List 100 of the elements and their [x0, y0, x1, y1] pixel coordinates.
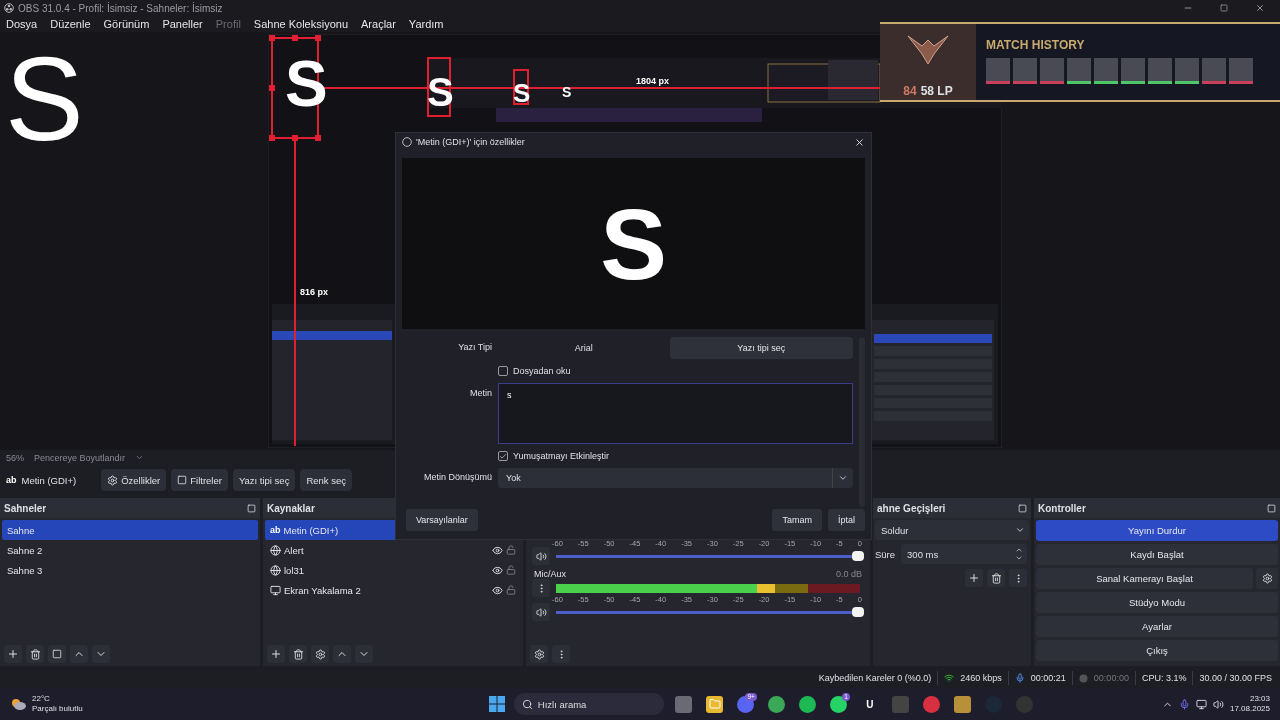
- menu-item[interactable]: Yardım: [408, 18, 444, 30]
- size-label: 816 px: [300, 287, 329, 297]
- zoom-level: 56%: [6, 452, 24, 463]
- source-name: Metin (GDI+): [21, 474, 77, 486]
- plus-icon: [7, 648, 19, 660]
- add-button[interactable]: [267, 645, 285, 663]
- app-icon[interactable]: [799, 695, 817, 713]
- start-icon[interactable]: [488, 696, 505, 712]
- control-button[interactable]: Ayarlar: [1036, 615, 1278, 637]
- field-label: Yazı Tipi: [457, 341, 492, 353]
- menu-item[interactable]: Paneller: [162, 18, 203, 30]
- checkbox[interactable]: [498, 451, 508, 462]
- menu-item[interactable]: Dosya: [6, 18, 38, 30]
- dropped-frames: Kaybedilen Kareler 0 (%0.0): [818, 673, 932, 683]
- delete-button[interactable]: [987, 569, 1005, 587]
- menu-button[interactable]: [532, 579, 550, 597]
- control-button[interactable]: Kaydı Başlat: [1036, 543, 1278, 565]
- mute-button[interactable]: [532, 603, 550, 621]
- move-up-button[interactable]: [333, 645, 351, 663]
- search-field[interactable]: Hızlı arama: [513, 693, 664, 715]
- size-label: 1804 px: [636, 76, 670, 86]
- gear-icon: [1261, 572, 1273, 584]
- speaker-icon[interactable]: [1212, 698, 1224, 710]
- menu-item[interactable]: Araçlar: [361, 18, 396, 30]
- eye-icon[interactable]: [492, 584, 503, 596]
- duration-field[interactable]: 300 ms: [901, 544, 1027, 564]
- eye-icon[interactable]: [492, 544, 503, 556]
- panel-title: Kontroller: [1038, 502, 1086, 514]
- ok-button[interactable]: Tamam: [772, 509, 822, 532]
- select-font-button[interactable]: Yazı tipi seç: [669, 337, 853, 360]
- app-icon[interactable]: [768, 695, 786, 713]
- app-icon[interactable]: [954, 695, 972, 713]
- match-history-title: MATCH HISTORY: [986, 38, 1086, 52]
- app-icon[interactable]: [737, 695, 755, 713]
- font-name: Arial: [573, 343, 594, 354]
- checkbox-option[interactable]: Yumuşatmayı Etkinleştir: [498, 449, 853, 464]
- scene-item[interactable]: Sahne: [2, 520, 258, 540]
- control-button[interactable]: Stüdyo Modu: [1036, 591, 1278, 613]
- transition-select[interactable]: Soldur: [875, 520, 1029, 540]
- filter-button[interactable]: [48, 645, 66, 663]
- transform-select[interactable]: Yok: [498, 468, 853, 489]
- gear-icon: [314, 648, 326, 660]
- scale-dropdown[interactable]: Pencereye Boyutlandır: [34, 452, 145, 463]
- speaker-icon: [535, 550, 547, 562]
- unlock-icon[interactable]: [506, 585, 516, 595]
- settings-button[interactable]: [1256, 567, 1278, 589]
- search-icon: [521, 698, 533, 710]
- checkbox-option[interactable]: Dosyadan oku: [498, 364, 853, 379]
- settings-button[interactable]: [311, 645, 329, 663]
- move-up-button[interactable]: [70, 645, 88, 663]
- menu-item[interactable]: Sahne Koleksiyonu: [253, 18, 348, 30]
- obs-logo-icon: [4, 3, 14, 13]
- settings-button[interactable]: [530, 645, 548, 663]
- eye-icon[interactable]: [492, 564, 503, 576]
- menu-button[interactable]: [1009, 569, 1027, 587]
- preview-text: S: [5, 40, 84, 158]
- monitor-icon[interactable]: [1195, 698, 1207, 710]
- unlock-icon[interactable]: [506, 565, 516, 575]
- text-input[interactable]: s: [498, 383, 853, 445]
- menu-item[interactable]: Görünüm: [103, 18, 150, 30]
- folder-icon[interactable]: [706, 695, 724, 713]
- checkbox[interactable]: [498, 366, 508, 377]
- speaker-icon: [535, 606, 547, 618]
- app-icon[interactable]: [830, 695, 848, 713]
- microphone-icon[interactable]: [1178, 698, 1190, 710]
- source-item[interactable]: lol31: [265, 560, 521, 580]
- control-button[interactable]: Yayını Durdur: [1036, 519, 1278, 541]
- source-item[interactable]: Alert: [265, 540, 521, 560]
- menu-item[interactable]: Düzenle: [50, 18, 91, 30]
- delete-button[interactable]: [26, 645, 44, 663]
- mute-button[interactable]: [532, 547, 550, 565]
- toolbar-button[interactable]: Renk seç: [300, 469, 352, 491]
- control-button[interactable]: Sanal Kamerayı Başlat: [1036, 567, 1253, 589]
- toolbar-button[interactable]: Özellikler: [101, 469, 167, 491]
- plus-icon: [270, 648, 282, 660]
- toolbar-button[interactable]: Yazı tipi seç: [232, 469, 296, 491]
- close-icon[interactable]: [854, 136, 865, 148]
- stream-time: 00:00:21: [1030, 673, 1066, 683]
- delete-button[interactable]: [289, 645, 307, 663]
- trash-icon: [292, 648, 304, 660]
- scene-item[interactable]: Sahne 3: [2, 560, 258, 580]
- weather-icon: [10, 697, 26, 711]
- scene-item[interactable]: Sahne 2: [2, 540, 258, 560]
- caret-icon: [1015, 525, 1025, 535]
- move-down-button[interactable]: [355, 645, 373, 663]
- preview-text: S: [600, 193, 667, 294]
- defaults-button[interactable]: Varsayılanlar: [406, 509, 478, 532]
- add-button[interactable]: [965, 569, 983, 587]
- unlock-icon[interactable]: [506, 545, 516, 555]
- menu-button[interactable]: [552, 645, 570, 663]
- microphone-icon: [1014, 673, 1025, 683]
- track-name: Mic/Aux: [534, 569, 566, 579]
- move-down-button[interactable]: [92, 645, 110, 663]
- source-item[interactable]: Ekran Yakalama 2: [265, 580, 521, 600]
- control-button[interactable]: Çıkış: [1036, 639, 1278, 661]
- toolbar-button[interactable]: Filtreler: [171, 469, 228, 491]
- temperature: 22°C: [32, 694, 51, 704]
- monitor-icon: [270, 584, 281, 596]
- cancel-button[interactable]: İptal: [828, 509, 865, 532]
- add-button[interactable]: [4, 645, 22, 663]
